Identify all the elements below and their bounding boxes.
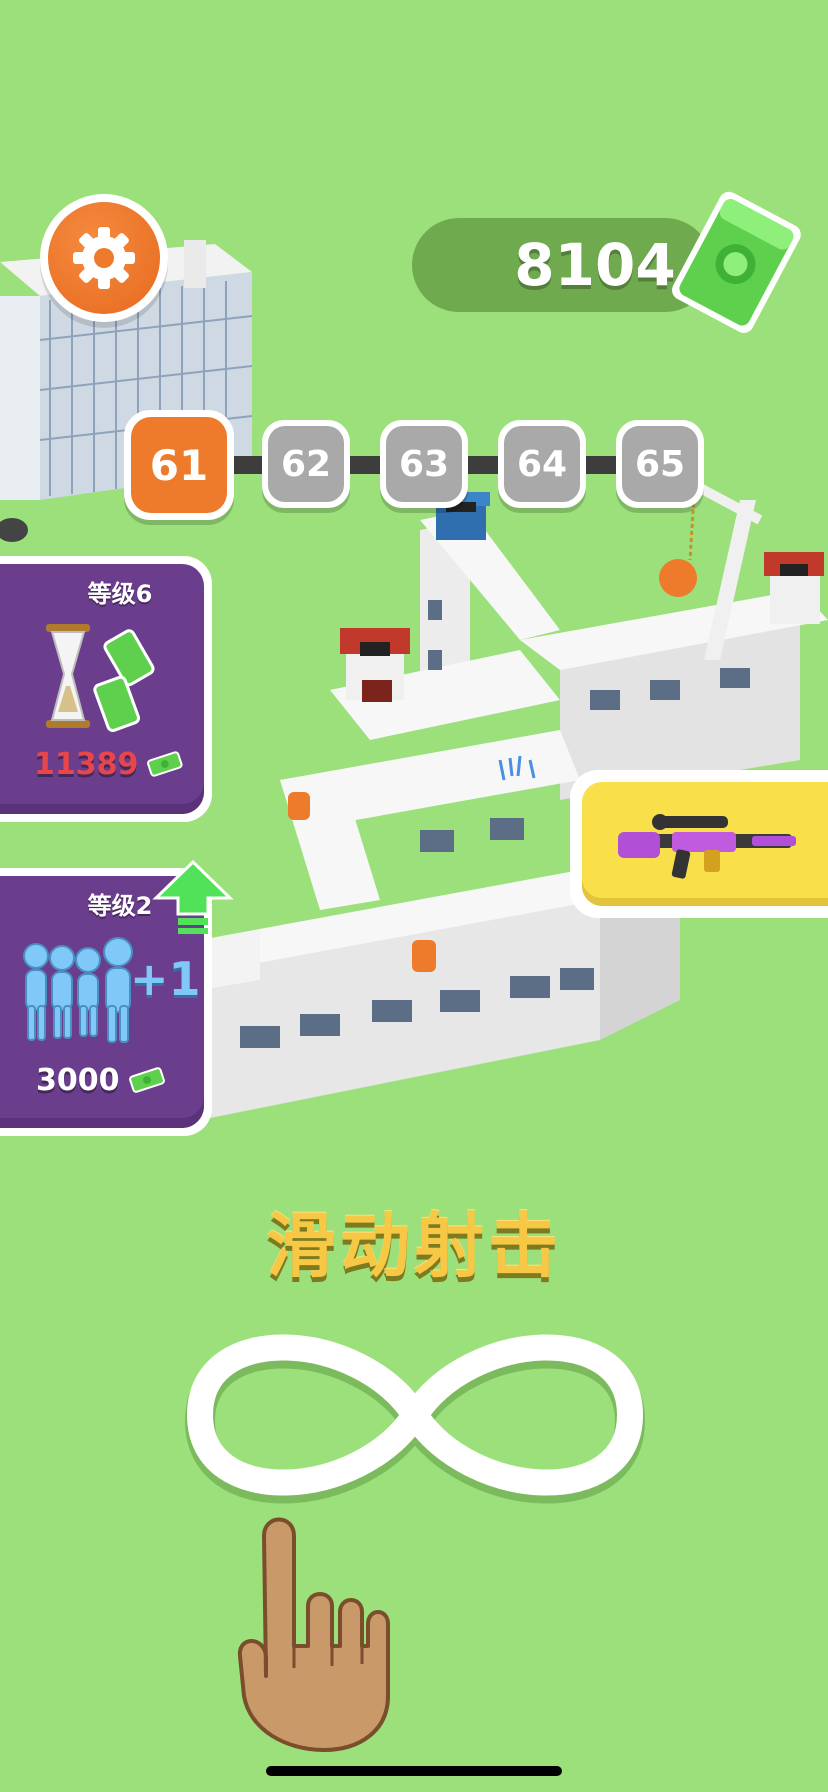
level-number: 61: [131, 417, 227, 513]
level-node: 62: [262, 420, 350, 508]
level-node: 65: [616, 420, 704, 508]
swipe-instruction-text: 滑动射击: [266, 1205, 562, 1287]
level-number: 63: [386, 426, 462, 502]
stickman-crowd-icon: [23, 937, 133, 1043]
level-number: 62: [268, 426, 344, 502]
rifle-icon: [618, 814, 796, 879]
cash-icon: [128, 1067, 165, 1093]
level-node: 63: [380, 420, 468, 508]
upgrade-arrow-icon: [152, 859, 234, 934]
level-node: 64: [498, 420, 586, 508]
level-node-current: 61: [124, 410, 234, 520]
pointing-hand-icon: [237, 1517, 390, 1752]
home-indicator[interactable]: [266, 1766, 562, 1776]
upgrade-cost: 11389: [34, 746, 139, 782]
settings-button[interactable]: [40, 194, 168, 322]
cash-stack-icon: [672, 191, 801, 333]
level-number: 64: [504, 426, 580, 502]
crowd-bonus: +1: [130, 952, 201, 1006]
cash-icon: [147, 751, 183, 777]
income-upgrade-card[interactable]: 等级6 11389: [0, 556, 212, 822]
upgrade-cost: 3000: [36, 1062, 120, 1098]
hourglass-money-icon: [46, 624, 155, 732]
upgrade-level-title: 等级6: [87, 580, 153, 608]
gear-icon: [73, 227, 135, 289]
level-number: 65: [622, 426, 698, 502]
weapon-select-button[interactable]: [570, 770, 828, 918]
